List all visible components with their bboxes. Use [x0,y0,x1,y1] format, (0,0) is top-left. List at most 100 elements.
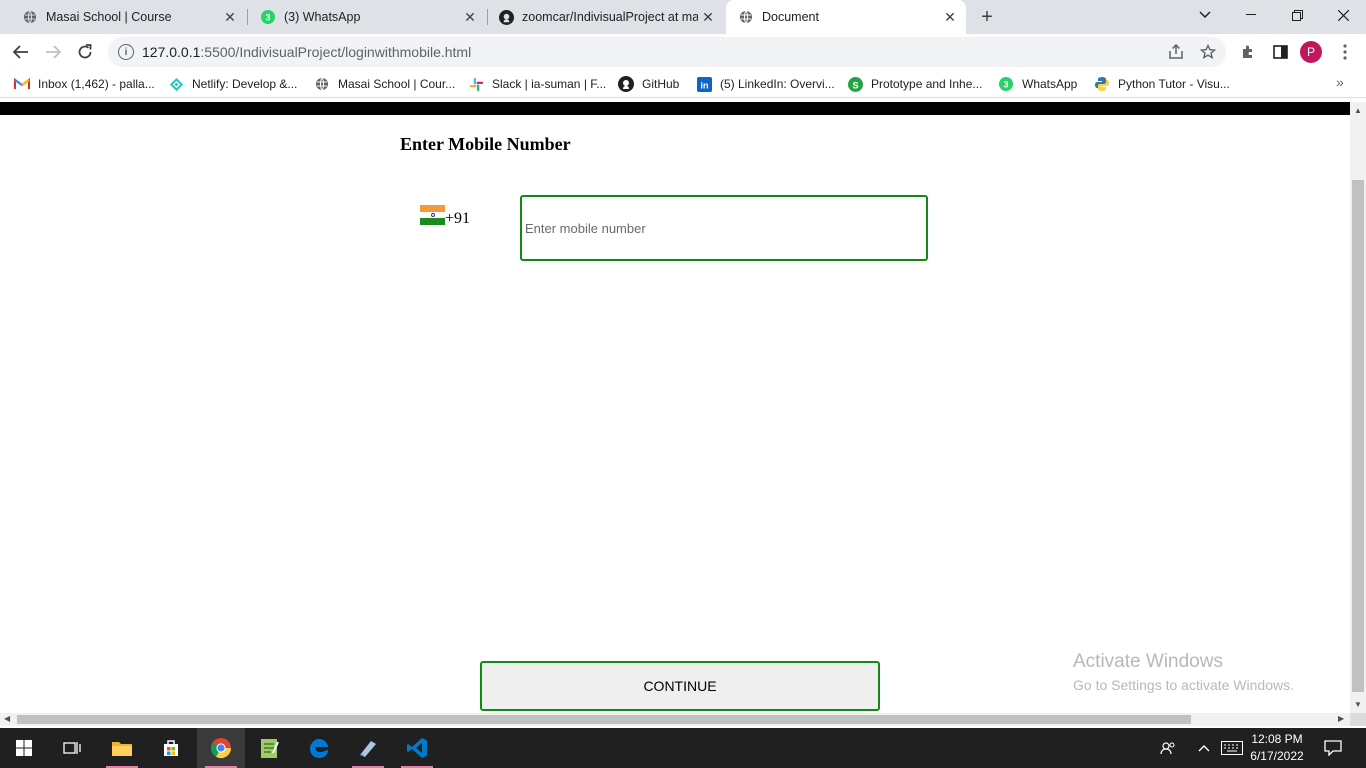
scrollbar-corner [1350,713,1366,726]
globe-icon: S [847,76,863,92]
netlify-icon [168,76,184,92]
menu-icon[interactable] [1331,38,1359,66]
chevron-up-icon[interactable] [1194,728,1214,768]
bookmark-masai[interactable]: Masai School | Cour... [314,74,455,94]
browser-toolbar: i 127.0.0.1:5500/IndivisualProject/login… [0,34,1366,70]
horizontal-scrollbar[interactable]: ◀ ▶ [0,713,1350,726]
address-bar[interactable]: i 127.0.0.1:5500/IndivisualProject/login… [108,37,1226,67]
site-info-icon[interactable]: i [118,44,134,60]
globe-icon [738,9,754,25]
gmail-icon [14,76,30,92]
task-view-icon[interactable] [48,728,96,768]
tab-title: Document [762,10,819,24]
watermark-subtitle: Go to Settings to activate Windows. [1073,677,1294,693]
continue-button[interactable]: CONTINUE [480,661,880,711]
forward-button[interactable] [39,38,67,66]
notifications-icon[interactable] [1320,728,1346,768]
bookmark-label: GitHub [642,77,680,91]
bookmark-label: Netlify: Develop &... [192,77,298,91]
india-flag-icon [420,205,445,225]
side-panel-icon[interactable] [1266,38,1294,66]
back-button[interactable] [7,38,35,66]
extensions-icon[interactable] [1234,38,1262,66]
bookmark-label: Slack | ia-suman | F... [492,77,607,91]
clock-time: 12:08 PM [1251,732,1303,746]
pen-tool-icon[interactable] [344,728,392,768]
bookmarks-bar: Inbox (1,462) - palla... Netlify: Develo… [0,70,1366,98]
bookmark-label: Prototype and Inhe... [871,77,983,91]
keyboard-icon[interactable] [1218,728,1246,768]
linkedin-icon: in [696,76,712,92]
tab-github-project[interactable]: zoomcar/IndivisualProject at mas ✕ [488,0,724,34]
mobile-number-input[interactable] [520,195,928,261]
whatsapp-icon: 3 [998,76,1014,92]
page-title: Enter Mobile Number [400,134,571,154]
tab-whatsapp[interactable]: 3 (3) WhatsApp ✕ [248,0,486,34]
slack-icon [468,76,484,92]
scroll-down-icon[interactable]: ▼ [1354,700,1362,709]
system-clock[interactable]: 12:08 PM 6/17/2022 [1246,731,1308,765]
horizontal-scroll-thumb[interactable] [17,715,1191,724]
bookmark-netlify[interactable]: Netlify: Develop &... [168,74,297,94]
file-explorer-icon[interactable] [98,728,146,768]
share-icon[interactable] [1162,38,1190,66]
bookmark-label: WhatsApp [1022,77,1078,91]
people-icon[interactable] [1156,728,1180,768]
bookmark-slack[interactable]: Slack | ia-suman | F... [468,74,606,94]
bookmark-python-tutor[interactable]: Python Tutor - Visu... [1094,74,1230,94]
close-icon[interactable]: ✕ [460,7,480,27]
svg-text:S: S [852,80,858,90]
url-text: 127.0.0.1:5500/IndivisualProject/loginwi… [142,44,472,60]
close-icon[interactable]: ✕ [940,7,960,27]
tab-title: Masai School | Course [46,10,172,24]
github-icon [498,9,514,25]
svg-text:in: in [700,80,709,90]
globe-icon [314,76,330,92]
close-window-icon[interactable] [1320,0,1366,30]
start-button-icon[interactable] [0,728,48,768]
tab-masai-course[interactable]: Masai School | Course ✕ [0,0,246,34]
windows-taskbar [0,728,1366,768]
globe-icon [22,9,38,25]
bookmark-label: Inbox (1,462) - palla... [38,77,155,91]
vertical-scroll-thumb[interactable] [1352,180,1364,692]
scroll-left-icon[interactable]: ◀ [4,714,10,723]
new-tab-button[interactable]: + [976,6,998,28]
chevron-right-icon[interactable]: » [1336,74,1344,90]
close-icon[interactable]: ✕ [220,7,240,27]
tab-title: (3) WhatsApp [284,10,361,24]
vscode-icon[interactable] [393,728,441,768]
profile-avatar[interactable]: P [1300,41,1322,63]
notepad-icon[interactable] [245,728,293,768]
edge-icon[interactable] [295,728,343,768]
chrome-icon[interactable] [197,728,245,768]
scroll-right-icon[interactable]: ▶ [1338,714,1344,723]
tab-title: zoomcar/IndivisualProject at mas [522,10,698,24]
bookmark-gmail[interactable]: Inbox (1,462) - palla... [14,74,155,94]
close-icon[interactable]: ✕ [698,7,718,27]
tab-search-icon[interactable] [1182,0,1228,30]
page-viewport: Enter Mobile Number +91 CONTINUE Activat… [0,102,1350,713]
bookmark-star-icon[interactable] [1194,38,1222,66]
clock-date: 6/17/2022 [1250,749,1304,763]
tab-document[interactable]: Document ✕ [726,0,966,34]
restore-icon[interactable] [1274,0,1320,30]
whatsapp-badge: 3 [265,13,270,23]
whatsapp-icon: 3 [260,9,276,25]
bookmark-label: Python Tutor - Visu... [1118,77,1230,91]
country-code: +91 [445,210,471,227]
bookmark-whatsapp[interactable]: 3 WhatsApp [998,74,1077,94]
scroll-up-icon[interactable]: ▲ [1354,106,1362,115]
reload-button[interactable] [71,38,99,66]
microsoft-store-icon[interactable] [147,728,195,768]
bookmark-github[interactable]: GitHub [618,74,679,94]
svg-text:3: 3 [1003,80,1008,90]
vertical-scrollbar[interactable]: ▲ ▼ [1350,102,1366,713]
bookmark-label: Masai School | Cour... [338,77,456,91]
bookmark-linkedin[interactable]: in (5) LinkedIn: Overvi... [696,74,835,94]
bookmark-prototype[interactable]: S Prototype and Inhe... [847,74,982,94]
page-header-bar [0,102,1350,115]
python-icon [1094,76,1110,92]
bookmark-label: (5) LinkedIn: Overvi... [720,77,835,91]
minimize-icon[interactable] [1228,0,1274,30]
